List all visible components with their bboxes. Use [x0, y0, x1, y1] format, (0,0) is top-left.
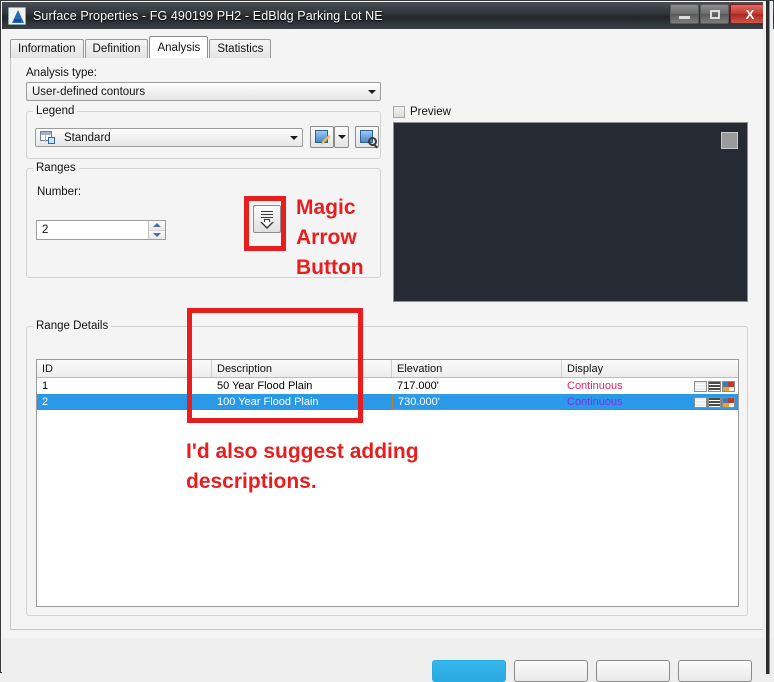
cell-display[interactable]: Continuous: [562, 378, 738, 394]
ranges-number-label: Number:: [37, 186, 82, 198]
range-details-group-title: Range Details: [33, 320, 112, 332]
cell-display[interactable]: Continuous: [562, 394, 738, 410]
cell-display-text: Continuous: [567, 380, 623, 392]
display-lines-icon[interactable]: [708, 380, 721, 392]
table-row[interactable]: 2 100 Year Flood Plain 730.000' Continuo…: [37, 394, 738, 410]
tab-label: Information: [18, 43, 76, 55]
title-bar: Surface Properties - FG 490199 PH2 - EdB…: [2, 2, 774, 29]
legend-combo[interactable]: Standard: [35, 128, 303, 147]
edit-legend-dropdown-button[interactable]: [334, 126, 349, 148]
window-title: Surface Properties - FG 490199 PH2 - EdB…: [33, 8, 383, 23]
chevron-down-icon[interactable]: [363, 83, 380, 100]
annotation-desc-line1: I'd also suggest adding: [186, 440, 419, 463]
legend-table-icon: [40, 131, 55, 144]
annotation-desc-line2: descriptions.: [186, 470, 317, 493]
caret-down-icon: [153, 232, 161, 237]
tab-label: Statistics: [217, 43, 264, 55]
tab-analysis[interactable]: Analysis: [149, 36, 209, 58]
close-icon: X: [745, 6, 755, 22]
tab-page-analysis: Analysis type: User-defined contours Leg…: [10, 58, 766, 630]
cell-id[interactable]: 1: [37, 378, 212, 394]
apply-button[interactable]: [596, 660, 670, 682]
stepper-buttons[interactable]: [148, 221, 165, 239]
tab-information[interactable]: Information: [10, 39, 84, 58]
column-header-id[interactable]: ID: [37, 360, 212, 377]
page-magnifier-icon: [359, 130, 378, 149]
annotation-magic-line1: Magic: [296, 196, 356, 219]
ranges-group-title: Ranges: [33, 162, 79, 174]
window-right-edge: [763, 1, 773, 674]
analysis-type-label: Analysis type:: [26, 67, 97, 79]
annotation-box-description-column: [187, 308, 363, 423]
cell-display-text: Continuous: [567, 396, 623, 408]
edit-page-icon: [314, 130, 331, 145]
autocad-logo-icon: [8, 6, 26, 25]
display-icons[interactable]: [694, 396, 738, 408]
legend-group-title: Legend: [33, 105, 78, 117]
display-style-icon[interactable]: [694, 380, 707, 392]
display-lines-icon[interactable]: [708, 396, 721, 408]
legend-preview-button[interactable]: [355, 126, 379, 149]
table-header-row: ID Description Elevation Display: [37, 360, 738, 378]
display-color-icon[interactable]: [722, 396, 735, 408]
stepper-down-button[interactable]: [149, 229, 165, 239]
analysis-type-combo[interactable]: User-defined contours: [26, 82, 381, 101]
cell-id[interactable]: 2: [37, 394, 212, 410]
column-header-display[interactable]: Display: [562, 360, 738, 377]
chevron-down-icon: [337, 135, 346, 139]
tab-definition[interactable]: Definition: [84, 39, 149, 58]
maximize-button[interactable]: [700, 4, 729, 24]
cancel-button[interactable]: [514, 660, 588, 682]
dialog-footer: [2, 638, 774, 682]
help-button[interactable]: [678, 660, 752, 682]
minimize-button[interactable]: [670, 4, 699, 24]
display-icons[interactable]: [694, 380, 738, 392]
chevron-down-icon[interactable]: [285, 129, 302, 146]
tab-label: Definition: [92, 43, 141, 55]
display-style-icon[interactable]: [694, 396, 707, 408]
ranges-number-stepper[interactable]: 2: [36, 220, 166, 240]
ranges-number-value: 2: [42, 224, 49, 236]
table-row[interactable]: 1 50 Year Flood Plain 717.000' Continuou…: [37, 378, 738, 394]
minimize-icon: [679, 16, 690, 19]
legend-value: Standard: [64, 131, 111, 144]
edit-legend-button[interactable]: [310, 126, 334, 148]
range-details-table[interactable]: ID Description Elevation Display 1 50 Ye…: [36, 359, 739, 607]
column-header-elevation[interactable]: Elevation: [392, 360, 562, 377]
stepper-up-button[interactable]: [149, 221, 165, 230]
annotation-magic-line2: Arrow: [296, 226, 357, 249]
annotation-box-magic-button: [244, 196, 286, 251]
surface-properties-dialog: Surface Properties - FG 490199 PH2 - EdB…: [0, 0, 774, 682]
maximize-icon: [709, 9, 720, 19]
cell-elevation[interactable]: 730.000': [392, 394, 562, 410]
ok-button[interactable]: [432, 660, 506, 682]
analysis-type-value: User-defined contours: [32, 85, 146, 98]
preview-area[interactable]: [393, 122, 748, 302]
caret-up-icon: [153, 223, 161, 228]
dialog-body: Information Definition Analysis Statisti…: [2, 29, 774, 638]
display-color-icon[interactable]: [722, 380, 735, 392]
preview-checkbox[interactable]: [393, 106, 405, 118]
tab-statistics[interactable]: Statistics: [209, 39, 272, 58]
cell-elevation[interactable]: 717.000': [392, 378, 562, 394]
window-controls: X: [670, 4, 770, 24]
annotation-magic-line3: Button: [296, 256, 364, 279]
preview-placeholder-square: [721, 132, 738, 149]
preview-label: Preview: [410, 106, 451, 118]
tab-strip: Information Definition Analysis Statisti…: [10, 36, 272, 58]
tab-label: Analysis: [157, 41, 201, 54]
